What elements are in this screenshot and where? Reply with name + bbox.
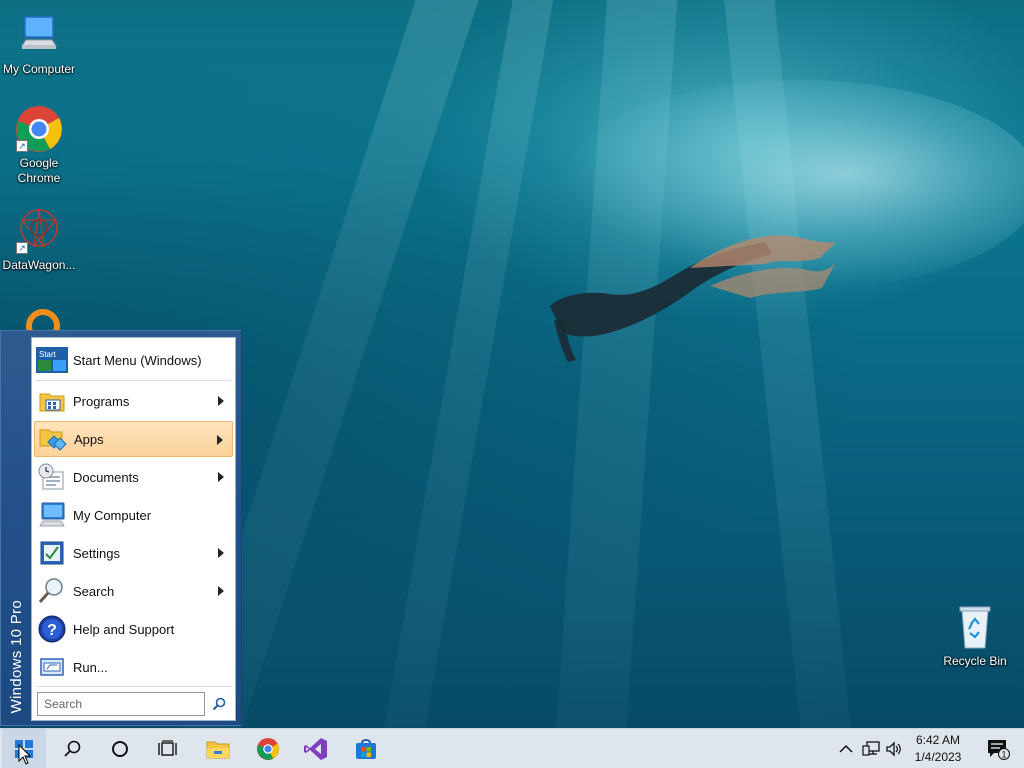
os-edition-label: Windows 10 Pro <box>7 599 25 713</box>
clock-time: 6:42 AM <box>915 733 961 747</box>
start-menu-header[interactable]: Start Start Menu (Windows) <box>34 342 233 378</box>
shortcut-arrow-icon: ↗ <box>16 242 28 254</box>
task-view-icon <box>158 740 177 756</box>
menu-item-documents[interactable]: Documents <box>34 459 233 495</box>
menu-item-apps[interactable]: Apps <box>34 421 233 457</box>
taskbar-clock[interactable]: 6:42 AM 1/4/2023 <box>906 732 970 766</box>
start-menu-panel: Start Start Menu (Windows) Programs Apps… <box>31 337 236 721</box>
computer-icon <box>14 10 64 60</box>
menu-item-label: Programs <box>73 393 130 409</box>
settings-icon <box>36 537 68 569</box>
diver-silhouette <box>550 235 836 362</box>
taskbar-chrome[interactable] <box>246 729 290 768</box>
start-menu-header-label: Start Menu (Windows) <box>73 352 202 368</box>
menu-item-search[interactable]: Search <box>34 573 233 609</box>
start-menu: Windows 10 Pro Start Start Menu (Windows… <box>0 330 242 726</box>
submenu-arrow-icon <box>218 548 224 558</box>
file-explorer-icon <box>206 741 230 759</box>
datawagon-icon: ↗ <box>14 206 64 256</box>
menu-separator <box>36 380 231 381</box>
run-icon <box>36 651 68 683</box>
taskbar-search-button[interactable] <box>50 729 94 768</box>
apps-icon <box>37 423 69 455</box>
start-menu-banner: Windows 10 Pro <box>1 331 31 725</box>
recycle-bin-icon <box>950 602 1000 652</box>
desktop-icon-my-computer[interactable]: My Computer <box>0 10 78 77</box>
submenu-arrow-icon <box>218 472 224 482</box>
visual-studio-icon <box>304 738 327 760</box>
desktop-icon-google-chrome[interactable]: ↗ Google Chrome <box>0 104 78 186</box>
submenu-arrow-icon <box>218 586 224 596</box>
start-menu-logo-text: Start <box>39 350 57 359</box>
menu-item-label: Apps <box>74 431 104 447</box>
desktop-icon-recycle-bin[interactable]: Recycle Bin <box>936 602 1014 669</box>
help-icon: ? <box>36 613 68 645</box>
cortana-button[interactable] <box>98 729 142 768</box>
speaker-icon <box>886 741 901 757</box>
start-menu-logo-icon: Start <box>36 344 68 376</box>
chevron-up-icon <box>839 744 853 753</box>
menu-item-label: Settings <box>73 545 120 561</box>
chrome-icon: ↗ <box>14 104 64 154</box>
desktop-icon-label: My Computer <box>2 62 76 76</box>
notification-count: 1 <box>1001 750 1006 760</box>
network-status-button[interactable] <box>861 739 881 759</box>
notification-icon: 1 <box>988 740 1010 760</box>
desktop-icon-datawagon[interactable]: ↗ DataWagon... <box>0 206 78 273</box>
programs-icon <box>36 385 68 417</box>
menu-item-label: My Computer <box>73 507 152 523</box>
action-center-button[interactable]: 1 <box>978 729 1018 768</box>
network-icon <box>862 741 880 756</box>
start-menu-search-input[interactable] <box>37 692 205 716</box>
store-icon <box>356 739 376 759</box>
desktop-icon-partially-hidden[interactable] <box>14 302 64 330</box>
menu-item-label: Search <box>73 583 115 599</box>
shortcut-arrow-icon: ↗ <box>16 140 28 152</box>
menu-item-label: Run... <box>73 659 108 675</box>
taskbar: 6:42 AM 1/4/2023 1 <box>0 728 1024 768</box>
taskbar-file-explorer[interactable] <box>196 729 240 768</box>
menu-item-my-computer[interactable]: My Computer <box>34 497 233 533</box>
menu-item-run[interactable]: Run... <box>34 649 233 685</box>
desktop-icon-label: Google Chrome <box>17 156 61 185</box>
menu-item-label: Help and Support <box>73 621 175 637</box>
app-ring-icon <box>26 309 60 330</box>
start-menu-search-button[interactable] <box>208 694 230 714</box>
task-view-button[interactable] <box>146 729 190 768</box>
show-hidden-icons-button[interactable] <box>836 739 856 759</box>
menu-item-programs[interactable]: Programs <box>34 383 233 419</box>
mouse-cursor-icon <box>18 744 32 765</box>
taskbar-visual-studio[interactable] <box>294 729 338 768</box>
menu-item-settings[interactable]: Settings <box>34 535 233 571</box>
chrome-icon <box>256 737 280 761</box>
submenu-arrow-icon <box>218 396 224 406</box>
submenu-arrow-icon <box>217 435 223 445</box>
clock-date: 1/4/2023 <box>914 750 962 764</box>
menu-separator <box>36 686 231 687</box>
documents-icon <box>36 461 68 493</box>
menu-item-label: Documents <box>73 469 139 485</box>
search-icon <box>64 740 81 757</box>
cortana-icon <box>112 741 128 757</box>
menu-item-help-and-support[interactable]: ? Help and Support <box>34 611 233 647</box>
desktop-icon-label: DataWagon... <box>2 258 76 272</box>
desktop-icon-label: Recycle Bin <box>943 654 1007 668</box>
taskbar-store[interactable] <box>344 729 388 768</box>
volume-button[interactable] <box>884 739 904 759</box>
search-icon <box>212 697 226 711</box>
svg-text:?: ? <box>47 622 57 639</box>
search-icon <box>36 575 68 607</box>
computer-icon <box>36 499 68 531</box>
